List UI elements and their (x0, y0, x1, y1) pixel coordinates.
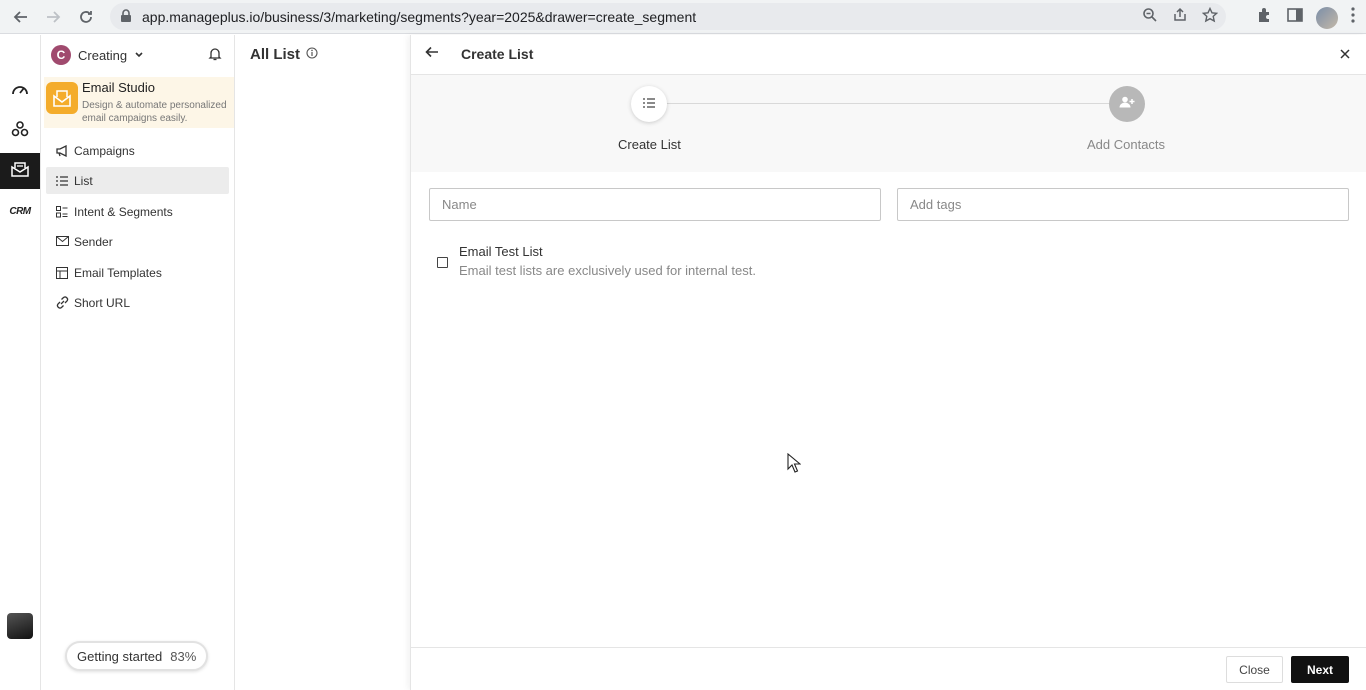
sidebar-item-intent-segments[interactable]: Intent & Segments (46, 198, 229, 225)
zoom-icon[interactable] (1142, 7, 1158, 28)
mouse-cursor-icon (787, 452, 802, 478)
sidebar-item-email-templates[interactable]: Email Templates (46, 259, 229, 286)
add-user-icon (1119, 95, 1135, 113)
create-list-drawer: Create List Create List Add Contacts Ema… (410, 35, 1366, 690)
share-icon[interactable] (1172, 7, 1188, 28)
link-icon (54, 296, 70, 309)
getting-started-button[interactable]: Getting started 83% (65, 641, 209, 671)
segments-icon (54, 205, 70, 218)
app-rail: CRM (0, 35, 41, 690)
sidebar: C Creating Email Studio Design & automat… (41, 35, 235, 690)
getting-started-label: Getting started (77, 648, 163, 664)
address-bar[interactable]: app.manageplus.io/business/3/marketing/s… (110, 3, 1226, 30)
info-icon[interactable] (306, 46, 318, 63)
rail-crm[interactable]: CRM (0, 193, 40, 229)
step-label-add-contacts: Add Contacts (1087, 137, 1166, 152)
list-panel: All List (235, 35, 410, 690)
sidebar-item-sender[interactable]: Sender (46, 228, 229, 255)
drawer-header: Create List (411, 35, 1366, 75)
extensions-icon[interactable] (1256, 6, 1274, 29)
sidebar-item-label: List (74, 173, 93, 188)
step-connector (649, 103, 1127, 104)
sidebar-item-label: Email Templates (74, 265, 162, 280)
email-test-list-title: Email Test List (459, 244, 543, 259)
page-title-text: All List (250, 46, 301, 63)
drawer-title: Create List (461, 46, 534, 62)
integrations-icon (11, 120, 29, 143)
sidebar-item-short-url[interactable]: Short URL (46, 289, 229, 316)
more-menu-icon[interactable] (1350, 6, 1356, 29)
close-button[interactable]: Close (1226, 656, 1283, 683)
sidebar-item-label: Sender (74, 234, 113, 249)
list-icon (643, 95, 655, 113)
envelope-open-icon (46, 82, 78, 114)
drawer-footer: Close Next (411, 647, 1366, 690)
back-arrow-icon[interactable] (425, 45, 439, 64)
workspace-logo: C (51, 45, 71, 65)
sidebar-item-label: Intent & Segments (74, 204, 173, 219)
browser-toolbar: app.manageplus.io/business/3/marketing/s… (0, 0, 1366, 34)
profile-avatar[interactable] (1316, 6, 1338, 29)
user-avatar[interactable] (7, 613, 33, 639)
rail-integrations[interactable] (0, 113, 40, 149)
step-add-contacts[interactable] (1109, 86, 1145, 122)
rail-dashboard[interactable] (0, 73, 40, 109)
name-input[interactable] (429, 188, 881, 221)
step-create-list[interactable] (631, 86, 667, 122)
close-icon[interactable] (1339, 47, 1351, 65)
list-icon (54, 175, 70, 186)
workspace-switcher[interactable]: C Creating (51, 45, 144, 65)
template-icon (54, 266, 70, 279)
chevron-down-icon (134, 46, 144, 64)
stepper: Create List Add Contacts (411, 75, 1366, 172)
email-studio-card: Email Studio Design & automate personali… (44, 77, 234, 128)
workspace-name: Creating (78, 47, 128, 63)
mail-send-icon (54, 236, 70, 247)
step-label-create-list: Create List (618, 137, 681, 152)
forward-arrow-icon[interactable] (42, 6, 64, 28)
back-arrow-icon[interactable] (10, 6, 32, 28)
next-button[interactable]: Next (1291, 656, 1349, 683)
reload-icon[interactable] (75, 6, 97, 28)
crm-icon: CRM (9, 205, 31, 217)
url-text: app.manageplus.io/business/3/marketing/s… (142, 9, 697, 25)
studio-description: Design & automate personalized email cam… (82, 100, 227, 124)
email-studio-icon (11, 161, 29, 182)
megaphone-icon (54, 144, 70, 157)
getting-started-percent: 83% (170, 648, 197, 664)
email-test-list-description: Email test lists are exclusively used fo… (459, 263, 756, 278)
sidebar-item-label: Short URL (74, 295, 131, 310)
dashboard-icon (11, 81, 29, 102)
rail-email-studio[interactable] (0, 153, 40, 189)
notification-bell-icon[interactable] (208, 47, 222, 66)
email-test-list-checkbox[interactable] (437, 257, 448, 268)
studio-title: Email Studio (82, 80, 155, 95)
tags-input[interactable] (897, 188, 1349, 221)
sidebar-item-campaigns[interactable]: Campaigns (46, 137, 229, 164)
side-panel-icon[interactable] (1286, 6, 1304, 29)
sidebar-item-list[interactable]: List (46, 167, 229, 194)
bookmark-star-icon[interactable] (1201, 6, 1219, 28)
sidebar-item-label: Campaigns (74, 143, 135, 158)
lock-icon (120, 9, 132, 28)
page-title: All List (250, 46, 318, 63)
